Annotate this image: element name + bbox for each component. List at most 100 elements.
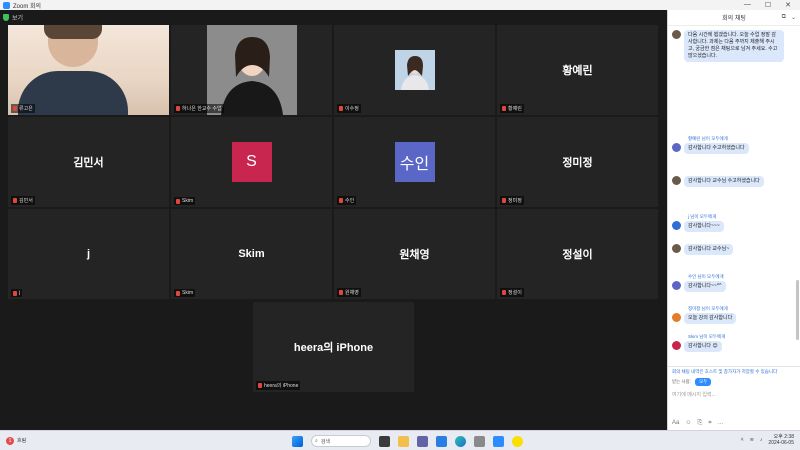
- chat-header: 회의 채팅 ⧉ ⌄: [668, 10, 800, 26]
- mic-muted-icon: [339, 106, 343, 111]
- avatar: [672, 30, 681, 39]
- mic-muted-icon: [502, 198, 506, 203]
- participant-label: 수인: [337, 196, 357, 205]
- folder-icon[interactable]: [398, 435, 409, 447]
- video-tile[interactable]: 류고은: [8, 25, 169, 115]
- avatar: [672, 313, 681, 322]
- participant-name: j: [86, 248, 91, 260]
- participant-label: Skim: [174, 289, 196, 297]
- message-bubble: 감사합니다 교수님 수고하셨습니다: [684, 176, 764, 187]
- message-sender: 정미정 님이 모두에게: [688, 306, 728, 311]
- emoji-icon[interactable]: ☺: [685, 420, 691, 427]
- windows-taskbar: 1 흐림 ⌕ 검색 ˄ ≋ ♪ 오후 2:38 2024-06-05: [0, 430, 800, 450]
- profile-photo: [394, 50, 435, 90]
- mic-muted-icon: [176, 198, 180, 204]
- chat-message: 감사합니다 교수님 수고하셨습니다: [672, 176, 795, 187]
- message-sender: 수인 님이 모두에게: [688, 274, 724, 279]
- message-sender: Skim 님이 모두에게: [688, 334, 726, 339]
- mic-muted-icon: [176, 106, 180, 111]
- participant-name: 김민서: [73, 157, 104, 169]
- chat-message: 감사합니다 교수님~: [672, 244, 795, 255]
- chat-compose: 회의 채팅 내역은 호스트 및 참가자가 저장할 수 있습니다 받는 사람: 모…: [668, 366, 800, 430]
- chat-app-icon[interactable]: [417, 435, 428, 447]
- video-tile[interactable]: heera의 iPhone heera의 iPhone: [253, 302, 414, 392]
- chevron-up-icon[interactable]: ˄: [741, 437, 744, 443]
- video-tile[interactable]: 이수정: [334, 25, 495, 115]
- participant-label: 황예린: [500, 104, 524, 113]
- chat-panel: 회의 채팅 ⧉ ⌄ 다음 시간에 뵙겠습니다. 오늘 수업 정말 감사합니다. …: [667, 10, 800, 430]
- message-bubble: 감사합니다 교수님~: [684, 244, 734, 255]
- chat-scrollbar[interactable]: [796, 280, 799, 340]
- participant-label: 정미정: [500, 196, 524, 205]
- video-tile[interactable]: 김민서 김민서: [8, 117, 169, 207]
- window-title: Zoom 회의: [13, 3, 42, 10]
- video-tile[interactable]: 정설이 정설이: [497, 209, 658, 299]
- self-video: [8, 25, 169, 115]
- taskbar-search[interactable]: ⌕ 검색: [311, 435, 371, 447]
- participant-name: Skim: [238, 248, 265, 260]
- chat-messages[interactable]: 다음 시간에 뵙겠습니다. 오늘 수업 정말 감사합니다. 과제는 다음 주까지…: [668, 26, 800, 366]
- volume-icon[interactable]: ♪: [760, 437, 763, 443]
- participant-label: heera의 iPhone: [256, 381, 301, 390]
- recipient-select[interactable]: 모두: [695, 378, 712, 386]
- avatar: [672, 221, 681, 230]
- more-icon[interactable]: …: [718, 420, 724, 427]
- participant-name: 황예린: [562, 65, 593, 77]
- message-bubble: 오늘 강의 감사합니다: [684, 313, 737, 324]
- wifi-icon[interactable]: ≋: [750, 437, 754, 443]
- meeting-info[interactable]: 보기: [3, 13, 23, 22]
- avatar: [672, 281, 681, 290]
- chat-message: j 님이 모두에게 감사합니다~~~: [672, 214, 795, 232]
- avatar: [672, 341, 681, 350]
- zoom-app-icon[interactable]: [493, 435, 504, 447]
- mic-muted-icon: [176, 290, 180, 296]
- edge-icon[interactable]: [455, 435, 466, 447]
- format-icon[interactable]: Aa: [672, 420, 679, 427]
- chat-notice: 회의 채팅 내역은 호스트 및 참가자가 저장할 수 있습니다: [672, 369, 778, 374]
- popout-icon[interactable]: ⧉: [782, 14, 786, 21]
- chat-message: 황예린 님이 모두에게 감사합니다 수고하셨습니다: [672, 136, 795, 154]
- video-tile[interactable]: Skim Skim: [171, 209, 332, 299]
- weather-badge: 1: [6, 436, 14, 445]
- avatar: [672, 176, 681, 185]
- start-icon[interactable]: [292, 435, 303, 447]
- avatar: [672, 143, 681, 152]
- settings-icon[interactable]: [474, 435, 485, 447]
- close-icon[interactable]: ✕: [785, 1, 791, 9]
- mic-muted-icon: [13, 106, 17, 111]
- participant-label: Skim: [174, 197, 196, 205]
- participant-label: 류고은: [11, 104, 35, 113]
- participant-label: 정설이: [500, 288, 524, 297]
- participant-label: 이수정: [337, 104, 361, 113]
- screenshot-icon[interactable]: ⌗: [708, 420, 711, 427]
- file-icon[interactable]: ⎘: [697, 420, 702, 427]
- chat-message: 다음 시간에 뵙겠습니다. 오늘 수업 정말 감사합니다. 과제는 다음 주까지…: [672, 30, 795, 62]
- store-icon[interactable]: [436, 435, 447, 447]
- participant-label: j: [11, 289, 23, 297]
- video-tile[interactable]: jj: [8, 209, 169, 299]
- participant-name: heera의 iPhone: [293, 342, 374, 354]
- mic-muted-icon: [339, 290, 343, 295]
- maximize-icon[interactable]: ☐: [765, 1, 771, 9]
- video-tile[interactable]: 황예린 황예린: [497, 25, 658, 115]
- recipient-label: 받는 사람:: [672, 379, 692, 384]
- avatar: 수인: [394, 142, 435, 182]
- chat-input[interactable]: 여기에 메시지 입력...: [668, 388, 800, 401]
- video-tile[interactable]: 하나은 한교수 수업: [171, 25, 332, 115]
- kakaotalk-icon[interactable]: [512, 435, 523, 447]
- minimize-icon[interactable]: —: [744, 1, 751, 9]
- participant-name: 원채영: [399, 249, 430, 261]
- avatar: [672, 244, 681, 253]
- recipient-row: 받는 사람: 모두: [668, 376, 800, 388]
- video-tile[interactable]: S Skim: [171, 117, 332, 207]
- weather-widget[interactable]: 1 흐림: [6, 436, 26, 445]
- message-sender: 황예린 님이 모두에게: [688, 136, 728, 141]
- clock[interactable]: 오후 2:38 2024-06-05: [768, 434, 794, 446]
- chevron-down-icon[interactable]: ⌄: [791, 14, 796, 21]
- search-icon: ⌕: [315, 438, 318, 444]
- task-view-icon[interactable]: [379, 435, 390, 447]
- video-tile[interactable]: 정미정 정미정: [497, 117, 658, 207]
- video-tile[interactable]: 원채영 원채영: [334, 209, 495, 299]
- participant-label: 원채영: [337, 288, 361, 297]
- video-tile[interactable]: 수인 수인: [334, 117, 495, 207]
